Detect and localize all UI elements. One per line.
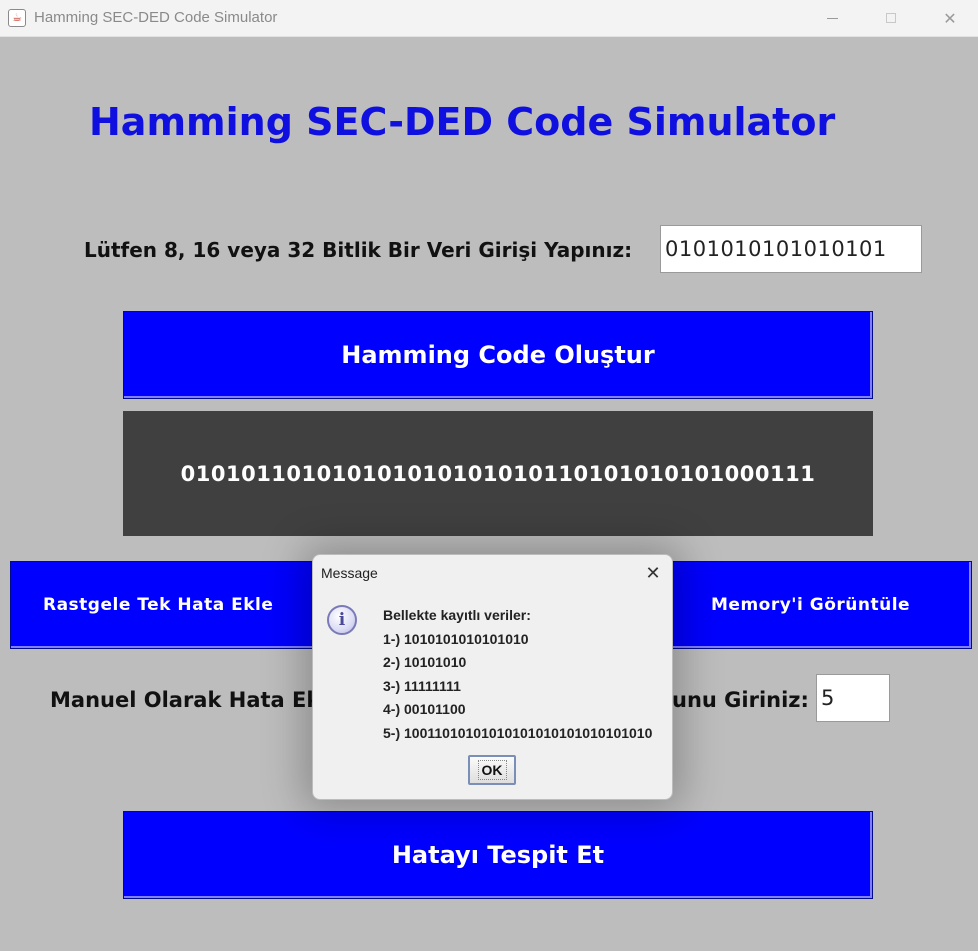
message-heading: Bellekte kayıtlı veriler: [383,607,531,623]
info-icon: i [327,605,357,635]
data-input-field[interactable] [660,225,922,273]
dialog-close-button[interactable]: ✕ [639,559,667,587]
memory-entry: 4-) 00101100 [383,701,466,717]
detect-error-button[interactable]: Hatayı Tespit Et [123,811,873,899]
window-titlebar: ☕ Hamming SEC-DED Code Simulator ✕ [0,0,978,37]
ok-button[interactable]: OK [468,755,516,785]
view-memory-button[interactable]: Memory'i Görüntüle [672,561,972,649]
close-icon: ✕ [943,8,957,28]
minimize-icon [826,17,838,19]
ok-label: OK [477,760,507,780]
random-error-button[interactable]: Rastgele Tek Hata Ekle [10,561,315,649]
dialog-titlebar: Message ✕ [313,555,672,591]
dialog-title: Message [321,565,378,581]
minimize-button[interactable] [806,0,858,36]
generate-hamming-button[interactable]: Hamming Code Oluştur [123,311,873,399]
memory-entry: 2-) 10101010 [383,654,467,670]
memory-entry: 5-) 10011010101010101010101010101010 [383,724,653,741]
memory-entry: 3-) 11111111 [383,677,461,694]
maximize-icon [886,13,896,23]
maximize-button[interactable] [865,0,917,36]
page-title: Hamming SEC-DED Code Simulator [89,100,836,144]
data-input-label: Lütfen 8, 16 veya 32 Bitlik Bir Veri Gir… [84,238,633,262]
memory-entry: 1-) 1010101010101010 [383,630,529,647]
hamming-code-output: 0101011010101010101010101101010101010001… [123,411,873,536]
message-dialog: Message ✕ i Bellekte kayıtlı veriler: 1-… [312,554,673,800]
close-window-button[interactable]: ✕ [924,0,976,36]
java-app-icon: ☕ [8,9,26,27]
window-title: Hamming SEC-DED Code Simulator [34,9,278,26]
manual-error-label: Manuel Olarak Hata Ek [50,688,321,712]
manual-error-label-tail: unu Giriniz: [672,688,809,712]
error-position-input[interactable] [816,674,890,722]
close-icon: ✕ [645,562,661,584]
dialog-message: Bellekte kayıtlı veriler: 1-) 1010101010… [383,607,652,748]
